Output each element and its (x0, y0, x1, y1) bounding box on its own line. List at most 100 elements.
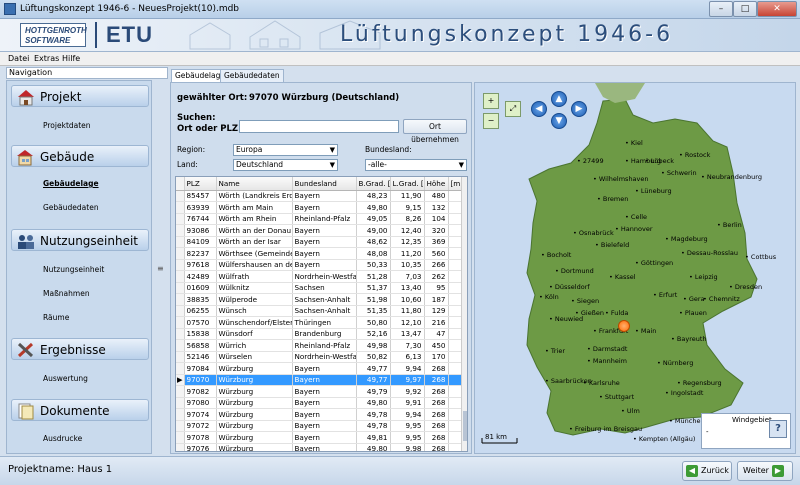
row-header[interactable] (176, 236, 185, 248)
city-label[interactable]: • Main (635, 327, 656, 335)
row-header[interactable] (176, 431, 185, 444)
nav-ausdrucke[interactable]: Ausdrucke (43, 434, 82, 443)
row-header[interactable] (176, 270, 185, 283)
city-label[interactable]: • Wilhelmshaven (593, 175, 649, 183)
table-row[interactable]: 97082 Würzburg Bayern 49,79 9,92 268 (176, 385, 464, 398)
city-label[interactable]: • Kassel (609, 273, 636, 281)
city-label[interactable]: • Göttingen (635, 259, 673, 267)
col-plz[interactable]: PLZ (184, 177, 217, 191)
nav-auswertung[interactable]: Auswertung (43, 374, 88, 383)
help-button[interactable]: ? (769, 420, 787, 438)
city-label[interactable]: • Kempten (Allgäu) (633, 435, 695, 443)
section-projekt[interactable]: Projekt (11, 85, 149, 107)
back-button[interactable]: ◀ Zurück (682, 461, 732, 481)
table-row[interactable]: 97084 Würzburg Bayern 49,77 9,94 268 (176, 362, 464, 375)
row-header[interactable] (176, 190, 185, 202)
zoom-in-button[interactable]: + (483, 93, 499, 109)
nav-raeume[interactable]: Räume (43, 313, 69, 322)
city-label[interactable]: • Siegen (571, 297, 599, 305)
table-row[interactable]: 01609 Wülknitz Sachsen 51,37 13,40 95 (176, 282, 464, 294)
table-row[interactable]: 85457Wörth (Landkreis Erding)Bayern48,23… (176, 190, 464, 202)
city-label[interactable]: • Düsseldorf (549, 283, 590, 291)
city-label[interactable]: • Fulda (605, 309, 628, 317)
apply-place-button[interactable]: Ort übernehmen (403, 119, 467, 144)
table-row[interactable]: ▶ 97070 Würzburg Bayern 49,77 9,97 268 (176, 374, 464, 386)
table-row[interactable]: 06255 Wünsch Sachsen-Anhalt 51,35 11,80 129 (176, 305, 464, 317)
row-header[interactable]: ▶ (176, 374, 185, 386)
city-label[interactable]: • Lübeck (645, 157, 674, 165)
city-label[interactable]: • Gera (683, 295, 705, 303)
city-label[interactable]: • Chemnitz (703, 295, 740, 303)
minimize-button[interactable]: – (709, 1, 733, 17)
next-button[interactable]: Weiter ▶ (737, 461, 793, 481)
table-row[interactable]: 97080 Würzburg Bayern 49,80 9,91 268 (176, 397, 464, 409)
row-header[interactable] (176, 213, 185, 225)
table-row[interactable]: 63939 Wörth am Main Bayern 49,80 9,15 132 (176, 201, 464, 214)
city-label[interactable]: • Köln (539, 293, 559, 301)
pan-down-button[interactable]: ▼ (551, 113, 567, 129)
row-header[interactable] (176, 293, 185, 306)
city-label[interactable]: • Regensburg (677, 379, 722, 387)
city-label[interactable]: • Osnabrück (573, 229, 614, 237)
zoom-extent-button[interactable]: ⤢ (505, 101, 521, 117)
city-label[interactable]: • Lüneburg (635, 187, 672, 195)
city-label[interactable]: • Neubrandenburg (701, 173, 762, 181)
city-label[interactable]: • Cottbus (745, 253, 776, 261)
table-row[interactable]: 97074 Würzburg Bayern 49,78 9,94 268 (176, 408, 464, 421)
section-nutzungseinheit[interactable]: Nutzungseinheit (11, 229, 149, 251)
city-label[interactable]: • Ingolstadt (665, 389, 703, 397)
row-header[interactable] (176, 339, 185, 352)
city-label[interactable]: • Freiburg im Breisgau (569, 425, 642, 433)
section-dokumente[interactable]: Dokumente (11, 399, 149, 421)
row-header[interactable] (176, 420, 185, 432)
pan-up-button[interactable]: ▲ (551, 91, 567, 107)
table-row[interactable]: 97078 Würzburg Bayern 49,81 9,95 268 (176, 431, 464, 444)
row-header[interactable] (176, 397, 185, 409)
menu-datei[interactable]: Datei (8, 54, 29, 63)
table-row[interactable]: 93086 Wörth an der Donau Bayern 49,00 12,40 3… (176, 224, 464, 237)
row-header[interactable] (176, 259, 185, 271)
table-row[interactable]: 56858 Würrich Rheinland-Pfalz 49,98 7,30 450 (176, 339, 464, 352)
city-label[interactable]: • Leipzig (689, 273, 718, 281)
map-panel[interactable]: + ⤢ − ▲ ◀ ▶ ▼ • Kiel • Rostock • Hamburg • … (474, 82, 796, 454)
col-lgrad[interactable]: L.Grad. [ (390, 177, 425, 191)
row-header[interactable] (176, 201, 185, 214)
city-label[interactable]: • Stuttgart (599, 393, 634, 401)
city-label[interactable]: • Ulm (621, 407, 640, 415)
row-header[interactable] (176, 351, 185, 363)
col-hoehe[interactable]: Höhe (424, 177, 449, 191)
row-header[interactable] (176, 328, 185, 340)
city-label[interactable]: • Karlsruhe (583, 379, 620, 387)
section-ergebnisse[interactable]: Ergebnisse (11, 338, 149, 360)
row-header[interactable] (176, 247, 185, 260)
zoom-out-button[interactable]: − (483, 113, 499, 129)
city-label[interactable]: • Dresden (729, 283, 762, 291)
table-row[interactable]: 97618Wülfershausen an der SaaleBayern50,… (176, 259, 464, 271)
col-name[interactable]: Name (216, 177, 293, 191)
nav-nutzungseinheit[interactable]: Nutzungseinheit (43, 265, 104, 274)
pan-left-button[interactable]: ◀ (531, 101, 547, 117)
city-label[interactable]: • Erfurt (653, 291, 677, 299)
col-bgrad[interactable]: B.Grad. [ (356, 177, 391, 191)
table-row[interactable]: 07570 Wünschendorf/Elster Thüringen 50,80 12… (176, 316, 464, 329)
nav-massnahmen[interactable]: Maßnahmen (43, 289, 90, 298)
land-select[interactable]: Deutschland ▼ (233, 159, 338, 171)
city-label[interactable]: • Mannheim (587, 357, 627, 365)
bundesland-select[interactable]: -alle- ▼ (365, 159, 467, 171)
city-label[interactable]: • Kiel (625, 139, 643, 147)
maximize-button[interactable]: □ (733, 1, 757, 17)
city-label[interactable]: • Bocholt (541, 251, 571, 259)
nav-projektdaten[interactable]: Projektdaten (43, 121, 91, 130)
scrollbar-thumb[interactable] (463, 411, 467, 441)
close-button[interactable]: ✕ (757, 1, 797, 17)
search-input[interactable] (239, 120, 399, 133)
region-select[interactable]: Europa ▼ (233, 144, 338, 156)
section-gebaeude[interactable]: Gebäude (11, 145, 149, 167)
panel-splitter[interactable]: ≡ (155, 80, 165, 454)
tab-gebaeudedaten[interactable]: Gebäudedaten (220, 69, 284, 82)
city-label[interactable]: • Schwerin (661, 169, 697, 177)
table-row[interactable]: 76744 Wörth am Rhein Rheinland-Pfalz 49,05 8… (176, 213, 464, 225)
pan-right-button[interactable]: ▶ (571, 101, 587, 117)
city-label[interactable]: • München (669, 417, 705, 425)
city-label[interactable]: • Trier (545, 347, 565, 355)
